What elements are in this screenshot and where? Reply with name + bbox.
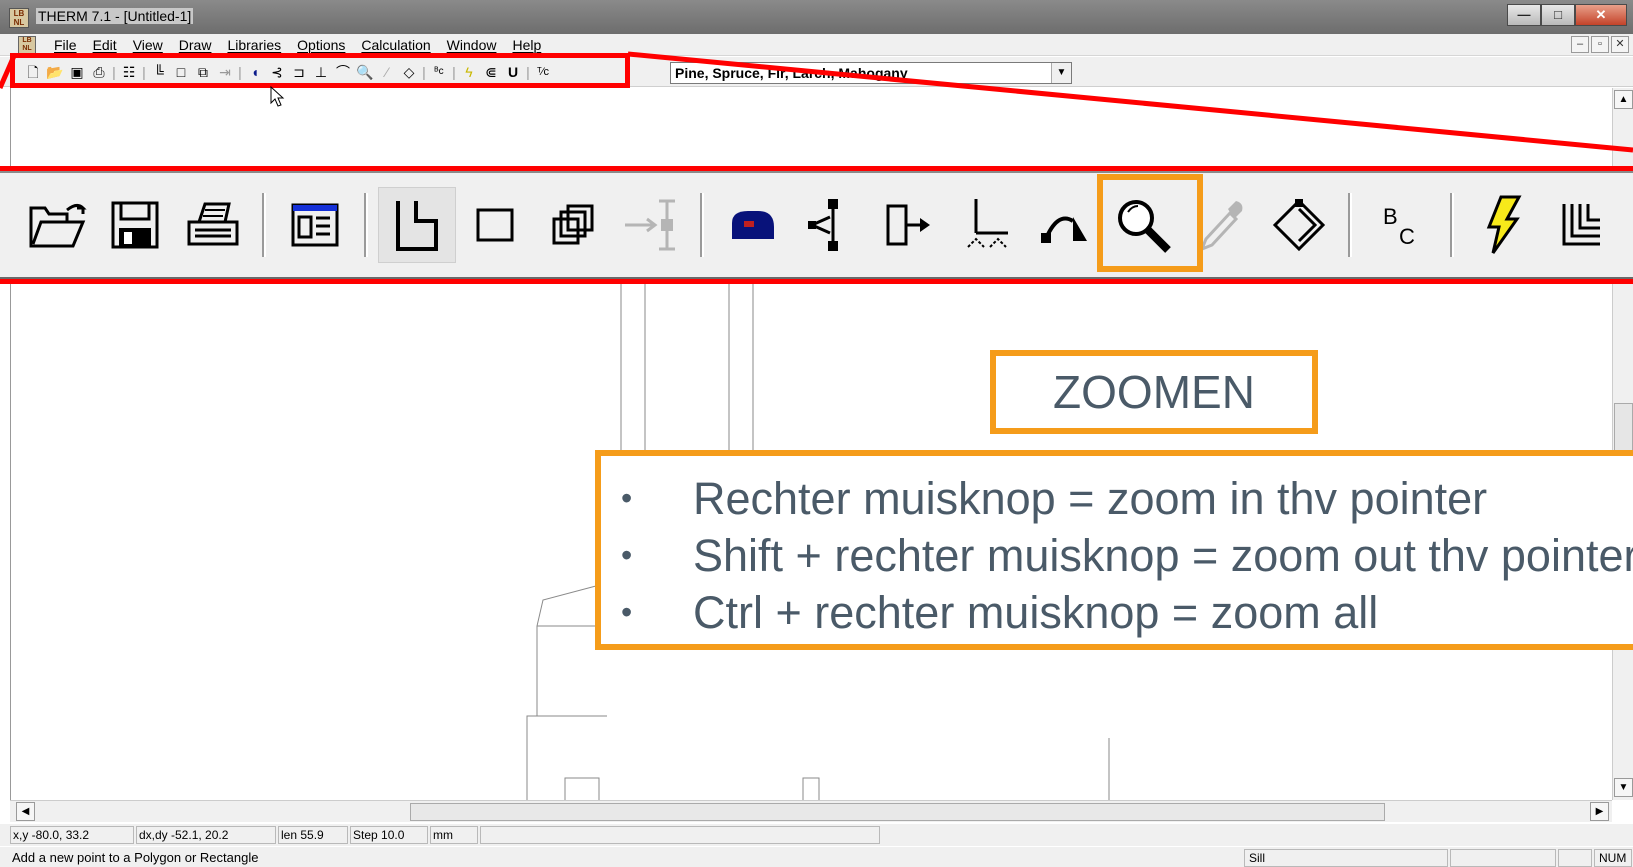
hint-status-bar: Add a new point to a Polygon or Rectangl… [0, 847, 1633, 867]
horizontal-scrollbar[interactable]: ◀ ▶ [10, 800, 1612, 822]
menu-calculation[interactable]: Calculation [353, 37, 438, 53]
units-field: mm [430, 826, 478, 844]
menu-window[interactable]: Window [439, 37, 505, 53]
mouse-cursor-icon [270, 86, 285, 107]
menu-help[interactable]: Help [504, 37, 549, 53]
step-field: Step 10.0 [350, 826, 428, 844]
length-field: len 55.9 [278, 826, 348, 844]
material-dropdown-value: Pine, Spruce, Fir, Larch, Mahogany [675, 65, 908, 81]
therm-window: LB NL THERM 7.1 - [Untitled-1] — □ ✕ LB NL… [0, 0, 1633, 867]
menu-options[interactable]: Options [289, 37, 353, 53]
dxdy-field: dx,dy -52.1, 20.2 [136, 826, 276, 844]
status-blank-field [1450, 849, 1556, 867]
therm-app-icon: LB NL [9, 8, 29, 28]
menu-edit[interactable]: Edit [85, 37, 125, 53]
window-controls: — □ ✕ [1507, 4, 1627, 26]
mdi-minimize-button[interactable]: – [1571, 36, 1589, 53]
instruction-item: Rechter muisknop = zoom in thv pointer [621, 470, 1633, 527]
mdi-restore-button[interactable]: ▫ [1591, 36, 1609, 53]
scroll-left-button[interactable]: ◀ [16, 802, 35, 821]
menu-libraries[interactable]: Libraries [219, 37, 289, 53]
instruction-list: Rechter muisknop = zoom in thv pointer S… [621, 470, 1633, 641]
window-title: THERM 7.1 - [Untitled-1] [36, 8, 194, 24]
enlarged-toolbar-frame [0, 166, 1633, 284]
num-lock-indicator: NUM [1594, 849, 1632, 867]
menu-view[interactable]: View [125, 37, 171, 53]
scroll-up-button[interactable]: ▲ [1614, 90, 1633, 109]
toolbar-highlight-box [10, 53, 630, 88]
mode-field: Sill [1244, 849, 1448, 867]
menu-file[interactable]: File [46, 37, 85, 53]
scroll-down-button[interactable]: ▼ [1614, 778, 1633, 797]
xy-field: x,y -80.0, 33.2 [10, 826, 134, 844]
menu-items: File Edit View Draw Libraries Options Ca… [46, 37, 549, 53]
close-button[interactable]: ✕ [1575, 4, 1627, 26]
horizontal-scroll-thumb[interactable] [410, 803, 1385, 821]
zoom-tool-highlight [1097, 174, 1203, 272]
instruction-item: Shift + rechter muisknop = zoom out thv … [621, 527, 1633, 584]
menu-draw[interactable]: Draw [171, 37, 220, 53]
maximize-button[interactable]: □ [1541, 4, 1575, 26]
status-blank-field-2 [1558, 849, 1592, 867]
document-icon[interactable]: LB NL [18, 36, 36, 54]
zoom-instructions: Rechter muisknop = zoom in thv pointer S… [595, 450, 1633, 650]
mdi-controls: – ▫ ✕ [1571, 36, 1629, 53]
mdi-close-button[interactable]: ✕ [1611, 36, 1629, 53]
status-hint: Add a new point to a Polygon or Rectangl… [12, 850, 259, 865]
scroll-right-button[interactable]: ▶ [1590, 802, 1609, 821]
minimize-button[interactable]: — [1507, 4, 1541, 26]
coordinate-status-bar: x,y -80.0, 33.2 dx,dy -52.1, 20.2 len 55… [0, 824, 1633, 846]
material-dropdown[interactable]: Pine, Spruce, Fir, Larch, Mahogany ▼ [670, 62, 1072, 84]
status-empty-field [480, 826, 880, 844]
chevron-down-icon[interactable]: ▼ [1051, 63, 1071, 83]
zoom-title: ZOOMEN [990, 350, 1318, 434]
title-bar: LB NL THERM 7.1 - [Untitled-1] — □ ✕ [0, 0, 1633, 34]
instruction-item: Ctrl + rechter muisknop = zoom all [621, 584, 1633, 641]
